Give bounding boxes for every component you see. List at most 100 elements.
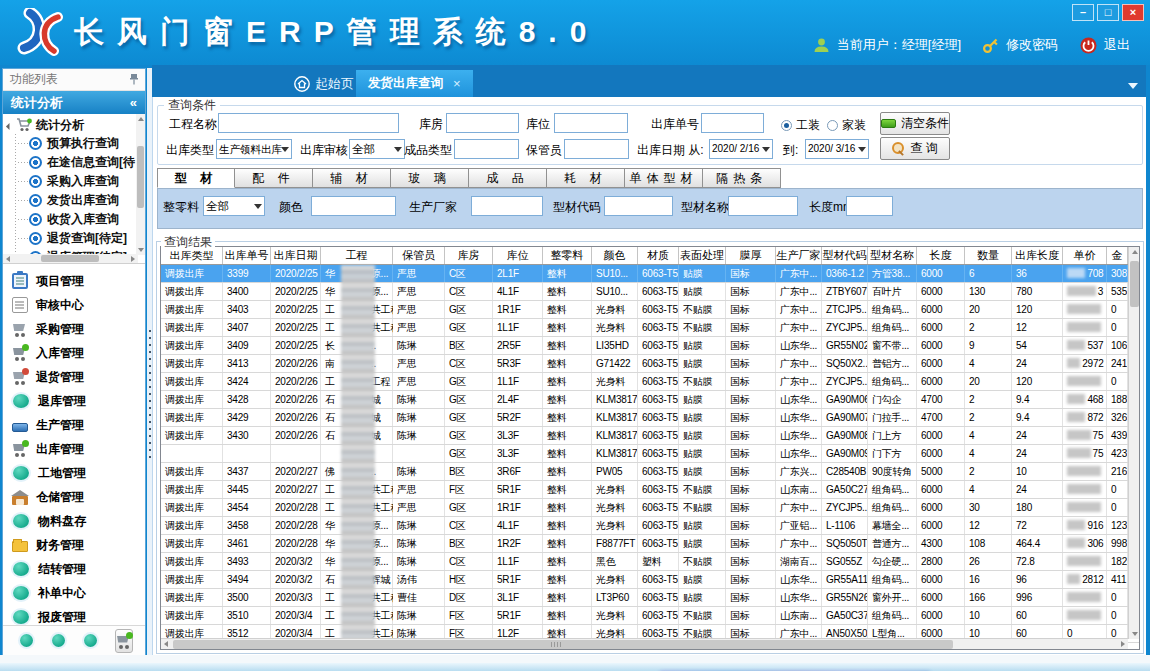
tree-item[interactable]: 退货查询[待定] [5, 229, 145, 248]
project-name-input[interactable] [218, 113, 399, 133]
sidebar-item[interactable]: 结转管理 [3, 557, 145, 581]
tree-item[interactable]: 采购入库查询 [5, 172, 145, 191]
grid-row[interactable]: 调拨出库34612020/2/28华原...陈琳B区1R2F整料F8877FT6… [161, 535, 1139, 553]
grid-row[interactable]: 调拨出库33992020/2/25华原...严思C区2L1F整料SU10...6… [161, 265, 1139, 283]
sidebar-item[interactable]: 项目管理 [3, 269, 145, 293]
grid-row[interactable]: 调拨出库34242020/2/26工工程严思G区1L1F整料光身料6063-T5… [161, 373, 1139, 391]
material-tab[interactable]: 单体型材 [625, 168, 703, 188]
maximize-button[interactable]: □ [1097, 4, 1119, 21]
code-input[interactable] [604, 196, 673, 216]
sidebar-item[interactable]: 审核中心 [3, 293, 145, 317]
sidebar-item[interactable]: 入库管理 [3, 341, 145, 365]
grid-column-header[interactable]: 出库日期 [271, 247, 321, 264]
grid-row[interactable]: 调拨出库34072020/2/25工共工程严思G区1L1F整料光身料6063-T… [161, 319, 1139, 337]
pin-icon[interactable] [130, 74, 138, 85]
material-tab[interactable]: 配 件 [235, 168, 313, 188]
grid-column-header[interactable]: 数量 [965, 247, 1012, 264]
date-from-picker[interactable]: 2020/ 2/16 [709, 139, 773, 159]
grid-row[interactable]: 调拨出库34002020/2/25华原...严思C区4L1F整料SU10...6… [161, 283, 1139, 301]
dot-icon[interactable] [84, 634, 97, 647]
grid-row[interactable]: 调拨出库34942020/3/2石辉城汤伟H区5R1F整料光身料6063-T5贴… [161, 571, 1139, 589]
grid-horizontal-scrollbar[interactable] [161, 638, 1128, 649]
tree-vertical-scrollbar[interactable] [136, 114, 145, 255]
maker-input[interactable] [471, 196, 543, 216]
search-button[interactable]: 查 询 [880, 137, 950, 160]
material-tab[interactable]: 辅 材 [313, 168, 391, 188]
radio-jiazhuang[interactable]: 家装 [827, 117, 866, 134]
sidebar-item[interactable]: 退货管理 [3, 365, 145, 389]
grid-row[interactable]: 调拨出库34132020/2/26南..严思C区5R3F整料G714226063… [161, 355, 1139, 373]
tab-close-icon[interactable]: × [453, 76, 461, 91]
grid-row[interactable]: 调拨出库34302020/2/26石城陈琳G区3L3F整料KLM38176063… [161, 427, 1139, 445]
material-tab[interactable]: 耗 材 [547, 168, 625, 188]
clear-conditions-button[interactable]: 清空条件 [880, 112, 950, 135]
dot-icon[interactable] [20, 634, 33, 647]
name-input[interactable] [728, 196, 798, 216]
sidebar-item[interactable]: 退库管理 [3, 389, 145, 413]
grid-column-header[interactable]: 生产厂家 [776, 247, 822, 264]
sidebar-item[interactable]: 仓储管理 [3, 485, 145, 509]
dot-icon[interactable] [52, 634, 65, 647]
tab-active[interactable]: 发货出库查询 × [356, 70, 473, 97]
cart-button[interactable] [115, 629, 133, 653]
grid-column-header[interactable]: 金 [1107, 247, 1128, 264]
sidebar-item[interactable]: 生产管理 [3, 413, 145, 437]
grid-column-header[interactable]: 库位 [493, 247, 543, 264]
tab-list-dropdown-icon[interactable] [1128, 83, 1138, 89]
minimize-button[interactable]: – [1072, 4, 1094, 21]
grid-column-header[interactable]: 型材名称 [868, 247, 917, 264]
audit-combobox[interactable]: 全部 [349, 139, 405, 159]
order-no-input[interactable] [701, 113, 764, 133]
tree-item[interactable]: 收货入库查询 [5, 210, 145, 229]
grid-column-header[interactable]: 保管员 [393, 247, 445, 264]
sidebar-item[interactable]: 物料盘存 [3, 509, 145, 533]
grid-column-header[interactable]: 长度 [917, 247, 965, 264]
tree-horizontal-scrollbar[interactable] [3, 254, 138, 263]
grid-row[interactable]: 调拨出库34372020/2/27佛..陈琳B区3R6F整料PW056063-T… [161, 463, 1139, 481]
sidebar-item[interactable]: 工地管理 [3, 461, 145, 485]
tree-root[interactable]: 统计分析 [5, 116, 145, 134]
product-type-input[interactable] [454, 139, 519, 159]
grid-column-header[interactable]: 库房 [445, 247, 493, 264]
location-input[interactable] [554, 113, 628, 133]
tree-expander-icon[interactable] [6, 123, 13, 130]
grid-vertical-scrollbar[interactable] [1128, 247, 1139, 639]
tree-item[interactable]: 预算执行查询 [5, 134, 145, 153]
material-tab[interactable]: 玻 璃 [391, 168, 469, 188]
grid-column-header[interactable]: 膜厚 [726, 247, 776, 264]
grid-column-header[interactable]: 整零料 [543, 247, 592, 264]
sidebar-item[interactable]: 出库管理 [3, 437, 145, 461]
grid-row[interactable]: 调拨出库35102020/3/4工共工程陈琳F区5R1F整料光身料6063-T5… [161, 607, 1139, 625]
grid-row[interactable]: 调拨出库34452020/2/27工共工程严思F区5R1F整料光身料6063-T… [161, 481, 1139, 499]
grid-column-header[interactable]: 出库长度 [1012, 247, 1063, 264]
tab-home[interactable]: 起始页 [288, 70, 360, 97]
length-input[interactable] [846, 196, 893, 216]
date-to-picker[interactable]: 2020/ 3/16 [805, 139, 869, 159]
color-input[interactable] [311, 196, 396, 216]
grid-row[interactable]: 调拨出库34292020/2/26石城陈琳G区5R2F整料KLM38176063… [161, 409, 1139, 427]
radio-gongzhuang[interactable]: 工装 [781, 117, 820, 134]
warehouse-input[interactable] [446, 113, 519, 133]
close-button[interactable]: × [1122, 4, 1144, 21]
grid-row[interactable]: 调拨出库34542020/2/28工共工程严思G区1R1F整料光身料6063-T… [161, 499, 1139, 517]
grid-column-header[interactable]: 单价 [1063, 247, 1107, 264]
grid-row[interactable]: G区3L3F整料KLM38176063-T5贴膜国标山东华...GA90M09.… [161, 445, 1139, 463]
grid-column-header[interactable]: 颜色 [592, 247, 638, 264]
section-header[interactable]: 统计分析 « [3, 91, 145, 114]
tree-item[interactable]: 发货出库查询 [5, 191, 145, 210]
keeper-input[interactable] [564, 139, 629, 159]
grid-row[interactable]: 调拨出库34032020/2/25工共工程严思G区1R1F整料光身料6063-T… [161, 301, 1139, 319]
sidebar-item[interactable]: 补单中心 [3, 581, 145, 605]
grid-column-header[interactable]: 表面处理 [679, 247, 726, 264]
material-tab[interactable]: 型 材 [157, 168, 235, 188]
material-tab[interactable]: 隔热条 [703, 168, 781, 188]
grid-column-header[interactable]: 型材代码 [822, 247, 868, 264]
grid-row[interactable]: 调拨出库34582020/2/28华原...陈琳C区4L1F整料光身料6063-… [161, 517, 1139, 535]
zhengling-combobox[interactable]: 全部 [203, 196, 265, 216]
grid-column-header[interactable]: 出库单号 [223, 247, 271, 264]
sidebar-item[interactable]: 采购管理 [3, 317, 145, 341]
grid-column-header[interactable]: 工程 [321, 247, 393, 264]
sidebar-item[interactable]: 财务管理 [3, 533, 145, 557]
material-tab[interactable]: 成 品 [469, 168, 547, 188]
change-password-link[interactable]: 修改密码 [1006, 36, 1058, 54]
